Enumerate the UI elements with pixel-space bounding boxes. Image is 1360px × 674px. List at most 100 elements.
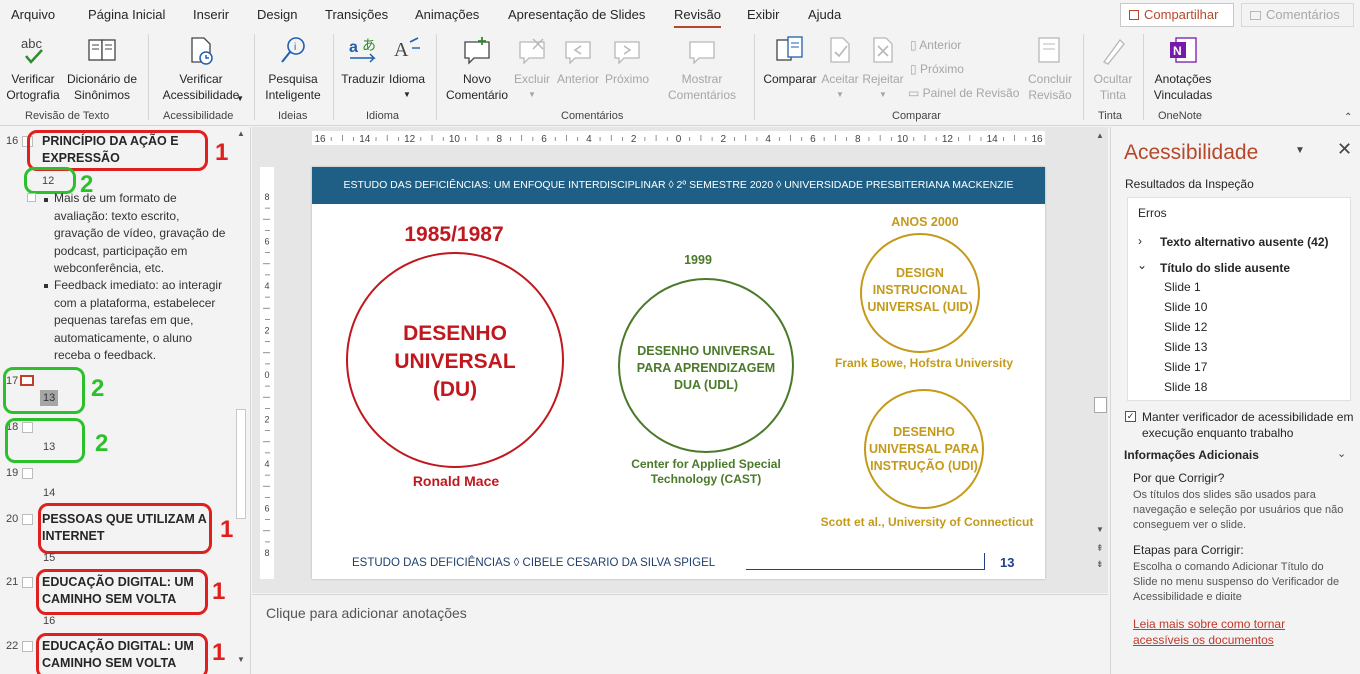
year-label: 1999 xyxy=(684,253,712,267)
previous-label: Anterior xyxy=(556,72,600,86)
end-review-button[interactable]: Concluir Revisão xyxy=(1024,34,1076,103)
learn-more-link[interactable]: Leia mais sobre como tornar acessíveis o… xyxy=(1133,616,1343,648)
chevron-down-icon: ▼ xyxy=(528,90,536,99)
translate-icon: aあ xyxy=(346,34,380,68)
slide-result-item[interactable]: Slide 17 xyxy=(1164,360,1207,374)
scroll-up-icon[interactable]: ▲ xyxy=(237,129,245,138)
next-comment-button[interactable]: Próximo xyxy=(604,34,650,87)
slide-number: 16 xyxy=(6,135,19,147)
group-separator xyxy=(1083,34,1084,120)
pane-options-icon[interactable]: ▼ xyxy=(1295,145,1305,156)
scrollbar-thumb[interactable] xyxy=(236,409,246,519)
tab-pagina-inicial[interactable]: Página Inicial xyxy=(88,7,165,22)
reviewing-pane-button[interactable]: ▭ Painel de Revisão xyxy=(908,86,1019,100)
compare-next-button[interactable]: ▯ Próximo xyxy=(910,62,964,76)
slide-icon[interactable] xyxy=(22,641,33,652)
ruler-label: 16 xyxy=(314,134,326,145)
previous-slide-icon[interactable]: ⇞ xyxy=(1096,543,1104,554)
previous-comment-button[interactable]: Anterior xyxy=(554,34,602,87)
chevron-down-icon[interactable]: ⌄ xyxy=(1137,258,1147,272)
new-comment-button[interactable]: Novo Comentário xyxy=(444,34,510,103)
slide-result-item[interactable]: Slide 10 xyxy=(1164,300,1207,314)
missing-title-item[interactable]: Título do slide ausente xyxy=(1160,261,1290,275)
slide-result-item[interactable]: Slide 12 xyxy=(1164,320,1207,334)
chevron-right-icon[interactable]: › xyxy=(1138,234,1142,248)
slide-icon[interactable] xyxy=(22,514,33,525)
ruler-label: 2 xyxy=(264,326,269,336)
outline-text[interactable]: Mais de um formato de avaliação: texto e… xyxy=(54,190,226,278)
check-accessibility-button[interactable]: Verificar Acessibilidade ▼ xyxy=(156,34,246,103)
spelling-button[interactable]: abc Verificar Ortografia xyxy=(6,34,60,103)
annotation-red-box xyxy=(36,569,208,615)
tab-exibir[interactable]: Exibir xyxy=(747,7,780,22)
editor-scrollbar[interactable]: ▲ ▼ ⇞ ⇟ xyxy=(1093,131,1107,571)
ruler-label: 2 xyxy=(264,415,269,425)
thesaurus-button[interactable]: Dicionário de Sinônimos xyxy=(64,34,140,103)
reject-icon xyxy=(866,34,900,68)
chevron-down-icon: ▼ xyxy=(403,90,411,99)
new-comment-label: Novo Comentário xyxy=(445,72,509,102)
group-label-proofing: Revisão de Texto xyxy=(25,110,110,122)
tab-inserir[interactable]: Inserir xyxy=(193,7,229,22)
tab-animacoes[interactable]: Animações xyxy=(415,7,479,22)
outline-text[interactable]: Feedback imediato: ao interagir com a pl… xyxy=(54,277,226,365)
tab-ajuda[interactable]: Ajuda xyxy=(808,7,841,22)
scroll-down-icon[interactable]: ▼ xyxy=(237,655,245,664)
tab-transicoes[interactable]: Transições xyxy=(325,7,388,22)
scrollbar-thumb[interactable] xyxy=(1094,397,1107,413)
language-button[interactable]: A Idioma ▼ xyxy=(386,34,428,103)
compare-previous-button[interactable]: ▯ Anterior xyxy=(910,38,961,52)
close-icon[interactable]: ✕ xyxy=(1337,139,1352,160)
compare-label: Comparar xyxy=(763,72,817,86)
smart-lookup-button[interactable]: i Pesquisa Inteligente xyxy=(262,34,324,103)
slide-icon[interactable] xyxy=(22,577,33,588)
pane-title: Acessibilidade xyxy=(1124,141,1259,164)
translate-button[interactable]: aあ Traduzir xyxy=(340,34,386,87)
linked-notes-button[interactable]: N Anotações Vinculadas xyxy=(1150,34,1216,103)
next-slide-icon[interactable]: ⇟ xyxy=(1096,559,1104,570)
outline-scrollbar[interactable]: ▲ ▼ xyxy=(234,129,248,669)
slide-result-item[interactable]: Slide 13 xyxy=(1164,340,1207,354)
accessibility-check-icon xyxy=(184,34,218,68)
keep-checker-label: Manter verificador de acessibilidade em … xyxy=(1142,410,1354,440)
compare-next-label: Próximo xyxy=(919,62,964,76)
group-label-insights: Ideias xyxy=(278,110,308,122)
scroll-down-icon[interactable]: ▼ xyxy=(1096,525,1104,534)
new-comment-icon xyxy=(460,34,494,68)
footer-line xyxy=(746,569,984,570)
reject-button[interactable]: Rejeitar ▼ xyxy=(862,34,904,103)
svg-text:a: a xyxy=(349,39,358,56)
comments-button[interactable]: Comentários xyxy=(1241,3,1354,27)
share-button[interactable]: Compartilhar xyxy=(1120,3,1234,27)
chevron-down-icon[interactable]: ⌄ xyxy=(1337,447,1346,460)
scroll-up-icon[interactable]: ▲ xyxy=(1096,131,1104,140)
show-comments-icon xyxy=(685,34,719,68)
collapse-ribbon-icon[interactable]: ⌃ xyxy=(1344,112,1352,123)
tab-arquivo[interactable]: Arquivo xyxy=(11,7,55,22)
notes-pane[interactable]: Clique para adicionar anotações xyxy=(252,594,1108,674)
notes-placeholder[interactable]: Clique para adicionar anotações xyxy=(266,605,467,621)
slide-result-item[interactable]: Slide 1 xyxy=(1164,280,1201,294)
compare-button[interactable]: Comparar xyxy=(762,34,818,87)
tab-revisao[interactable]: Revisão xyxy=(674,7,721,28)
keep-checker-checkbox[interactable]: ✓ xyxy=(1125,411,1136,422)
tab-design[interactable]: Design xyxy=(257,7,297,22)
slide-icon[interactable] xyxy=(22,468,33,479)
slide-result-item[interactable]: Slide 18 xyxy=(1164,380,1207,394)
show-comments-button[interactable]: Mostrar Comentários xyxy=(660,34,744,103)
accept-button[interactable]: Aceitar ▼ xyxy=(818,34,862,103)
hide-ink-button[interactable]: Ocultar Tinta xyxy=(1088,34,1138,103)
slide-footer: ESTUDO DAS DEFICIÊNCIAS ◊ CIBELE CESARIO… xyxy=(352,557,716,569)
additional-info-header[interactable]: Informações Adicionais xyxy=(1124,448,1259,462)
slide-canvas[interactable]: ESTUDO DAS DEFICIÊNCIAS: UM ENFOQUE INTE… xyxy=(312,167,1045,579)
ruler-label: 6 xyxy=(810,134,816,145)
chevron-down-icon: ▼ xyxy=(879,90,887,99)
svg-text:A: A xyxy=(394,39,409,61)
vertical-ruler[interactable]: 8 6 4 2 0 2 4 6 8 xyxy=(260,167,274,579)
missing-alt-text-item[interactable]: Texto alternativo ausente (42) xyxy=(1160,235,1329,249)
ruler-label: 16 xyxy=(1031,134,1043,145)
delete-comment-button[interactable]: Excluir ▼ xyxy=(512,34,552,103)
tab-apresentacao[interactable]: Apresentação de Slides xyxy=(508,7,645,22)
author-label: Frank Bowe, Hofstra University xyxy=(834,356,1014,370)
horizontal-ruler[interactable]: 16 14 12 10 8 6 4 2 0 2 4 6 8 10 12 14 16 xyxy=(312,131,1045,145)
